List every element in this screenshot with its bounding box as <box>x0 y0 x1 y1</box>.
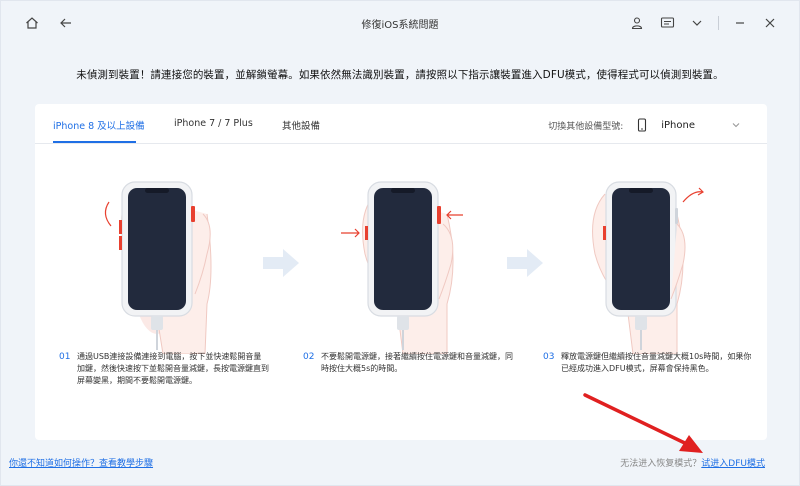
step-2-description: 02 不要鬆開電源鍵，接著繼續按住電源鍵和音量減鍵，同時按住大概5s的時間。 <box>303 351 513 375</box>
enter-dfu-mode-link[interactable]: 试进入DFU模式 <box>701 459 765 469</box>
active-tab-indicator <box>53 141 136 143</box>
view-tutorial-link[interactable]: 你還不知道如何操作？查看教學步驟 <box>9 456 153 469</box>
step-1-description: 01 通過USB連接設備連接到電腦，按下並快速鬆開音量加鍵，然後快速按下並鬆開音… <box>59 351 269 387</box>
recovery-mode-text: 无法进入恢复模式？ <box>620 459 702 469</box>
app-window: 修復iOS系統問題 未偵測到裝置！請連接您的裝置，並解鎖螢幕。如果依然無法識別裝… <box>0 0 800 486</box>
step-3-illustration <box>565 154 765 355</box>
close-icon[interactable] <box>761 14 779 32</box>
step-3-text: 釋放電源鍵但繼續按住音量減鍵大概10s時間，如果你已經成功進入DFU模式，屏幕會… <box>561 352 752 373</box>
tab-other-devices[interactable]: 其他設備 <box>282 118 320 132</box>
switcher-chevron-down-icon[interactable] <box>727 116 745 134</box>
device-tabs: iPhone 8 及以上設備 iPhone 7 / 7 Plus 其他設備 切換… <box>35 104 767 144</box>
minimize-icon[interactable] <box>731 14 749 32</box>
step-3-description: 03 釋放電源鍵但繼續按住音量減鍵大概10s時間，如果你已經成功進入DFU模式，… <box>543 351 753 375</box>
title-bar-divider <box>718 16 719 30</box>
step-1-number: 01 <box>59 352 71 362</box>
user-icon[interactable] <box>628 14 646 32</box>
step-arrow-1 <box>263 249 299 281</box>
step-2-illustration <box>335 154 535 355</box>
step-2-text: 不要鬆開電源鍵，接著繼續按住電源鍵和音量減鍵，同時按住大概5s的時間。 <box>321 352 513 373</box>
red-pointer-arrow <box>583 393 703 453</box>
phone-icon <box>633 116 651 134</box>
step-2-number: 02 <box>303 352 315 362</box>
dfu-notice: 未偵測到裝置！請連接您的裝置，並解鎖螢幕。如果依然無法識別裝置，請按照以下指示讓… <box>76 69 724 81</box>
step-arrow-2 <box>507 249 543 281</box>
chevron-down-icon[interactable] <box>688 14 706 32</box>
step-1-text: 通過USB連接設備連接到電腦，按下並快速鬆開音量加鍵，然後快速按下並鬆開音量減鍵… <box>77 352 269 385</box>
title-bar-controls <box>628 14 779 32</box>
device-model-switcher[interactable]: 切換其他設備型號: iPhone <box>548 116 745 134</box>
tab-iphone7[interactable]: iPhone 7 / 7 Plus <box>174 118 253 129</box>
tab-iphone8-and-later[interactable]: iPhone 8 及以上設備 <box>53 118 145 132</box>
instructions-card: iPhone 8 及以上設備 iPhone 7 / 7 Plus 其他設備 切換… <box>35 104 767 440</box>
switcher-label: 切換其他設備型號: <box>548 121 624 132</box>
step-3-number: 03 <box>543 352 555 362</box>
title-bar: 修復iOS系統問題 <box>1 1 799 45</box>
footer-right: 无法进入恢复模式？试进入DFU模式 <box>620 456 765 469</box>
switcher-value: iPhone <box>661 119 695 131</box>
feedback-icon[interactable] <box>658 14 676 32</box>
